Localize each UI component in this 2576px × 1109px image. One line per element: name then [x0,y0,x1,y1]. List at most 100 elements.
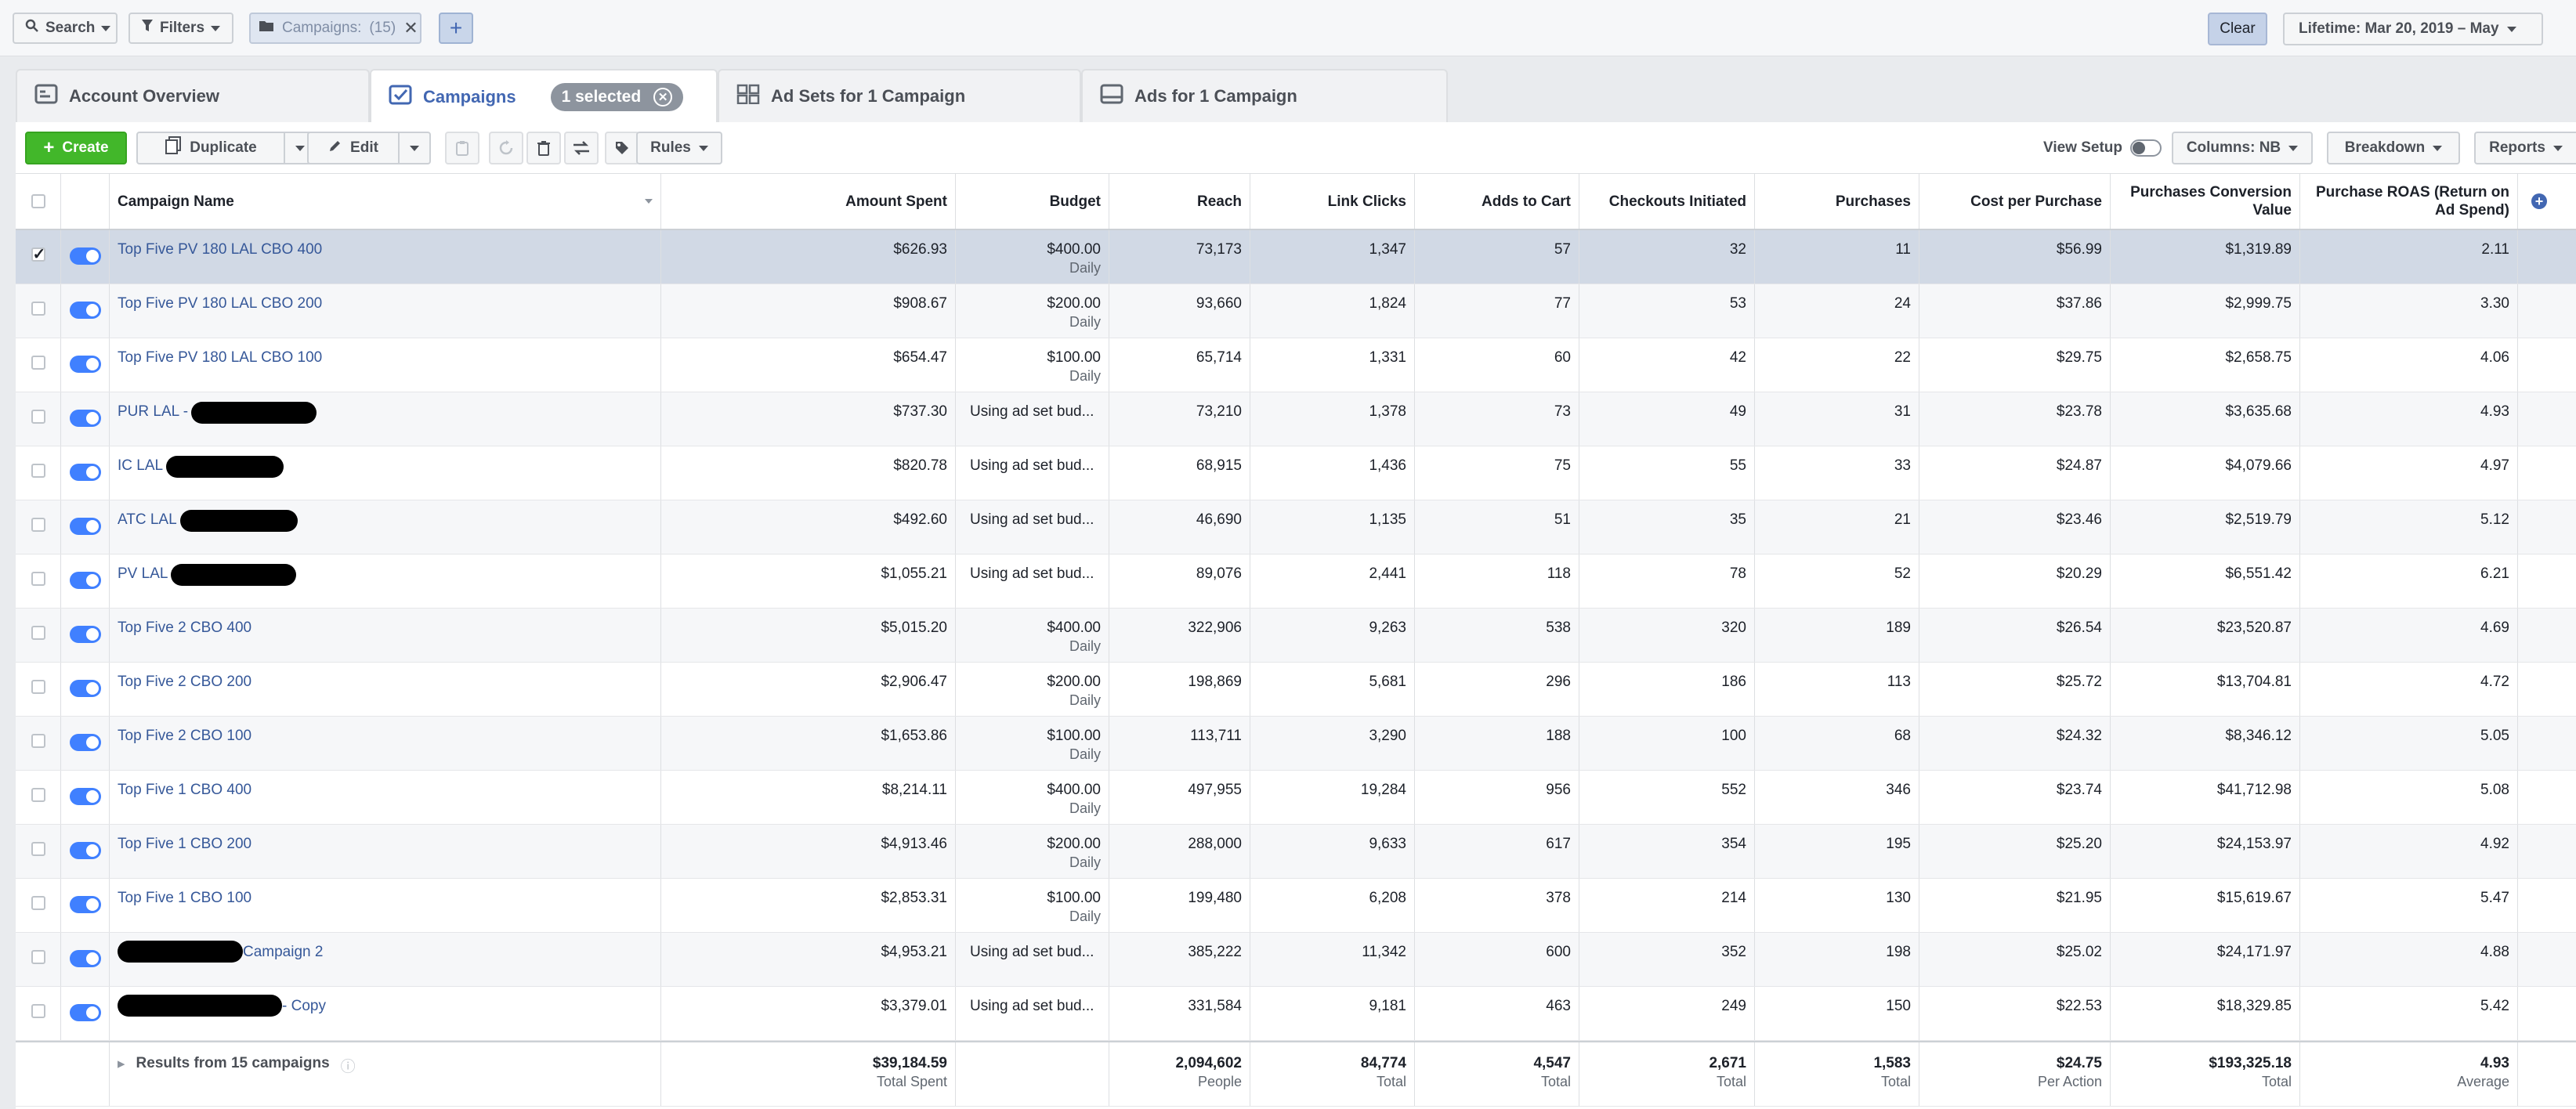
table-row[interactable]: Top Five 1 CBO 400 $8,214.11 $400.00 Daily 4… [16,771,2576,825]
campaign-name-link[interactable]: Campaign 2 [243,944,323,961]
campaign-status-toggle[interactable] [69,950,101,967]
sort-icon[interactable] [645,199,653,204]
row-checkbox[interactable] [31,302,45,316]
campaign-status-toggle[interactable] [69,896,101,913]
row-checkbox[interactable] [31,464,45,478]
campaign-status-toggle[interactable] [69,842,101,859]
campaign-name-link[interactable]: PV LAL [118,565,168,583]
campaign-name-link[interactable]: IC LAL [118,457,163,475]
rules-dropdown[interactable]: Rules [636,132,722,164]
header-campaign-name[interactable]: Campaign Name [110,174,661,229]
campaign-status-toggle[interactable] [69,788,101,805]
campaign-status-toggle[interactable] [69,626,101,643]
date-range-dropdown[interactable]: Lifetime: Mar 20, 2019 – May [2283,13,2543,45]
filters-dropdown[interactable]: Filters [128,13,233,44]
trash-icon[interactable] [526,132,561,164]
campaign-status-toggle[interactable] [69,247,101,265]
tab-account-overview[interactable]: Account Overview [16,69,370,122]
campaign-name-link[interactable]: Top Five 1 CBO 400 [118,782,251,799]
edit-menu-button[interactable] [398,132,431,164]
header-link-clicks[interactable]: Link Clicks [1250,174,1415,229]
campaign-name-link[interactable]: Top Five 1 CBO 100 [118,890,251,907]
table-row[interactable]: Top Five PV 180 LAL CBO 200 $908.67 $200.0… [16,284,2576,338]
duplicate-button[interactable]: Duplicate [136,132,285,164]
campaign-name-link[interactable]: Top Five PV 180 LAL CBO 400 [118,241,322,258]
campaign-status-toggle[interactable] [69,302,101,319]
table-row[interactable]: - Copy $3,379.01 Using ad set bud... 331,58… [16,987,2576,1041]
campaign-name-link[interactable]: - Copy [282,998,326,1015]
info-icon[interactable]: ⓘ [341,1055,356,1076]
header-purchases[interactable]: Purchases [1755,174,1919,229]
campaign-name-link[interactable]: PUR LAL - [118,403,188,421]
clipboard-icon[interactable] [445,132,479,164]
row-checkbox[interactable] [31,842,45,856]
table-row[interactable]: IC LAL $820.78 Using ad set bud... 68,915 1,… [16,446,2576,500]
table-row[interactable]: Top Five 2 CBO 100 $1,653.86 $100.00 Daily 1… [16,717,2576,771]
campaign-name-link[interactable]: Top Five 2 CBO 400 [118,620,251,637]
table-row[interactable]: Top Five PV 180 LAL CBO 400 $626.93 $400.0… [16,230,2576,284]
campaign-name-link[interactable]: Top Five PV 180 LAL CBO 200 [118,295,322,312]
row-checkbox[interactable] [31,788,45,802]
header-amount-spent[interactable]: Amount Spent [661,174,956,229]
campaign-status-toggle[interactable] [69,410,101,427]
campaign-name-link[interactable]: Top Five 2 CBO 100 [118,728,251,745]
selection-badge[interactable]: 1 selected ✕ [550,83,684,111]
table-row[interactable]: Top Five 1 CBO 200 $4,913.46 $200.00 Daily 2… [16,825,2576,879]
table-row[interactable]: Top Five 2 CBO 400 $5,015.20 $400.00 Daily 3… [16,609,2576,663]
campaign-status-toggle[interactable] [69,1004,101,1021]
header-budget[interactable]: Budget [956,174,1109,229]
tab-campaigns[interactable]: Campaigns 1 selected ✕ [370,69,718,124]
breakdown-dropdown[interactable]: Breakdown [2327,132,2460,164]
row-checkbox[interactable] [31,950,45,964]
add-column-button[interactable]: + [2518,174,2560,229]
create-button[interactable]: + Create [25,132,127,164]
table-row[interactable]: Top Five PV 180 LAL CBO 100 $654.47 $100.0… [16,338,2576,392]
row-checkbox[interactable] [31,410,45,424]
reports-dropdown[interactable]: Reports [2474,132,2576,164]
row-checkbox[interactable] [31,356,45,370]
table-row[interactable]: Top Five 1 CBO 100 $2,853.31 $100.00 Daily 1… [16,879,2576,933]
expand-icon[interactable]: ▸ [118,1055,125,1073]
header-cost-per-purchase[interactable]: Cost per Purchase [1919,174,2111,229]
table-row[interactable]: Campaign 2 $4,953.21 Using ad set bud... 38… [16,933,2576,987]
row-checkbox[interactable] [31,680,45,694]
clear-button[interactable]: Clear [2208,13,2267,45]
row-checkbox[interactable] [31,896,45,910]
edit-button[interactable]: Edit [307,132,400,164]
row-checkbox[interactable] [31,734,45,748]
view-setup-toggle[interactable]: View Setup [2043,139,2162,157]
table-row[interactable]: Top Five 2 CBO 200 $2,906.47 $200.00 Daily 1… [16,663,2576,717]
tag-icon[interactable] [605,132,639,164]
refresh-icon[interactable] [489,132,523,164]
campaign-status-toggle[interactable] [69,356,101,373]
ab-test-icon[interactable] [564,132,599,164]
plus-icon[interactable]: + [439,13,473,44]
row-checkbox[interactable] [31,626,45,640]
row-checkbox[interactable] [31,1004,45,1018]
header-checkouts-initiated[interactable]: Checkouts Initiated [1579,174,1755,229]
campaign-status-toggle[interactable] [69,518,101,535]
columns-dropdown[interactable]: Columns: NB [2172,132,2313,164]
header-purchase-roas[interactable]: Purchase ROAS (Return on Ad Spend) [2300,174,2518,229]
campaign-status-toggle[interactable] [69,572,101,589]
campaign-status-toggle[interactable] [69,680,101,697]
table-row[interactable]: PUR LAL - $737.30 Using ad set bud... 73,21… [16,392,2576,446]
table-row[interactable]: PV LAL $1,055.21 Using ad set bud... 89,076… [16,554,2576,609]
header-adds-to-cart[interactable]: Adds to Cart [1415,174,1579,229]
toggle-switch[interactable] [2130,139,2162,157]
header-purchases-conversion-value[interactable]: Purchases Conversion Value [2111,174,2300,229]
table-row[interactable]: ATC LAL $492.60 Using ad set bud... 46,690 1… [16,500,2576,554]
tab-ads[interactable]: Ads for 1 Campaign [1081,69,1448,122]
row-checkbox[interactable] [31,244,45,264]
campaign-name-link[interactable]: ATC LAL [118,511,177,529]
campaign-name-link[interactable]: Top Five 1 CBO 200 [118,836,251,853]
tab-ad-sets[interactable]: Ad Sets for 1 Campaign [718,69,1081,122]
campaign-status-toggle[interactable] [69,464,101,481]
close-icon[interactable]: ✕ [653,88,673,107]
close-icon[interactable]: ✕ [403,18,418,38]
search-dropdown[interactable]: Search [13,13,118,44]
select-all-checkbox[interactable] [31,194,45,208]
row-checkbox[interactable] [31,518,45,532]
row-checkbox[interactable] [31,572,45,586]
header-reach[interactable]: Reach [1109,174,1250,229]
